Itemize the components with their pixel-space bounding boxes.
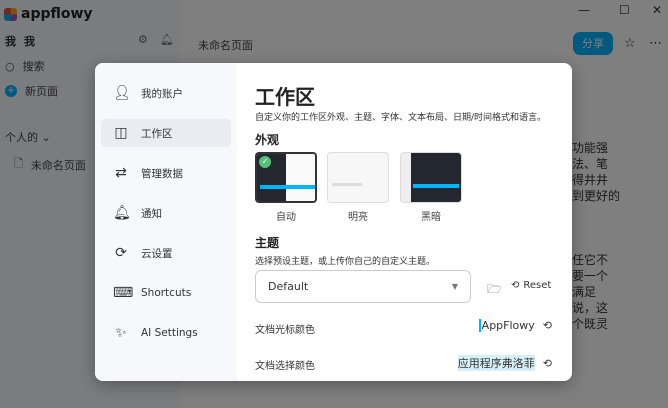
sync-icon: ⟳ [115, 245, 127, 261]
history-icon[interactable]: ⟲ [543, 357, 552, 370]
theme-heading: 主题 [255, 236, 280, 250]
theme-select-value: Default [268, 280, 309, 293]
nav-notifications[interactable]: 🔔︎ 通知 [101, 199, 231, 227]
nav-label: AI Settings [141, 327, 198, 339]
chevron-down-icon: ▼ [451, 282, 458, 291]
reset-label: Reset [523, 280, 552, 291]
appearance-heading: 外观 [255, 133, 280, 147]
history-icon[interactable]: ⟲ [543, 319, 552, 332]
selection-color-control[interactable]: 应用程序弗洛菲 ⟲ [457, 355, 552, 371]
page-description: 自定义你的工作区外观、主题、字体、文本布局、日期/时间格式和语言。 [255, 113, 547, 123]
theme-label: 明亮 [348, 212, 368, 223]
check-icon: ✓ [259, 156, 271, 168]
arrows-icon: ⇄ [115, 165, 127, 181]
theme-description: 选择预设主题，或上传你自己的自定义主题。 [255, 257, 436, 267]
magic-wand-icon: ✨︎ [115, 325, 127, 341]
theme-option-dark[interactable] [400, 152, 462, 203]
nav-ai-settings[interactable]: ✨︎ AI Settings [101, 319, 231, 347]
theme-select[interactable]: Default ▼ [255, 270, 471, 303]
theme-label: 自动 [276, 212, 296, 223]
nav-label: 管理数据 [141, 167, 183, 180]
nav-label: 工作区 [141, 127, 173, 140]
nav-workspace[interactable]: ◫ 工作区 [101, 119, 231, 147]
nav-label: 云设置 [141, 247, 173, 260]
theme-label: 黑暗 [421, 212, 441, 223]
page-title: 工作区 [255, 85, 315, 109]
user-icon: 👤︎ [113, 85, 131, 101]
theme-option-auto[interactable]: ✓ [255, 152, 317, 203]
keyboard-icon: ⌨ [113, 285, 134, 301]
cursor-color-preview: AppFlowy [478, 319, 535, 332]
nav-label: 我的账户 [141, 87, 183, 100]
nav-label: 通知 [141, 207, 162, 220]
nav-label: Shortcuts [141, 287, 192, 299]
theme-option-light[interactable] [327, 152, 389, 203]
nav-cloud[interactable]: ⟳ 云设置 [101, 239, 231, 267]
nav-account[interactable]: 👤︎ 我的账户 [101, 79, 231, 107]
selection-color-preview: 应用程序弗洛菲 [457, 355, 535, 371]
cursor-color-control[interactable]: AppFlowy ⟲ [478, 319, 552, 332]
settings-content: 工作区 自定义你的工作区外观、主题、字体、文本布局、日期/时间格式和语言。 外观… [255, 63, 572, 381]
settings-nav: 👤︎ 我的账户 ◫ 工作区 ⇄ 管理数据 🔔︎ 通知 ⟳ 云设置 ⌨ Shortcuts ✨… [95, 63, 237, 381]
reset-theme-button[interactable]: ⟲ Reset [511, 280, 551, 291]
bell-icon: 🔔︎ [113, 205, 131, 221]
settings-dialog: 👤︎ 我的账户 ◫ 工作区 ⇄ 管理数据 🔔︎ 通知 ⟳ 云设置 ⌨ Shortcuts ✨… [95, 63, 572, 381]
nav-manage-data[interactable]: ⇄ 管理数据 [101, 159, 231, 187]
nav-shortcuts[interactable]: ⌨ Shortcuts [101, 279, 231, 307]
layout-icon: ◫ [114, 125, 128, 141]
folder-open-icon[interactable]: 🗁 [487, 280, 502, 301]
history-icon: ⟲ [511, 280, 520, 291]
cursor-color-label: 文档光标颜色 [255, 325, 315, 336]
selection-color-label: 文档选择颜色 [255, 361, 315, 372]
